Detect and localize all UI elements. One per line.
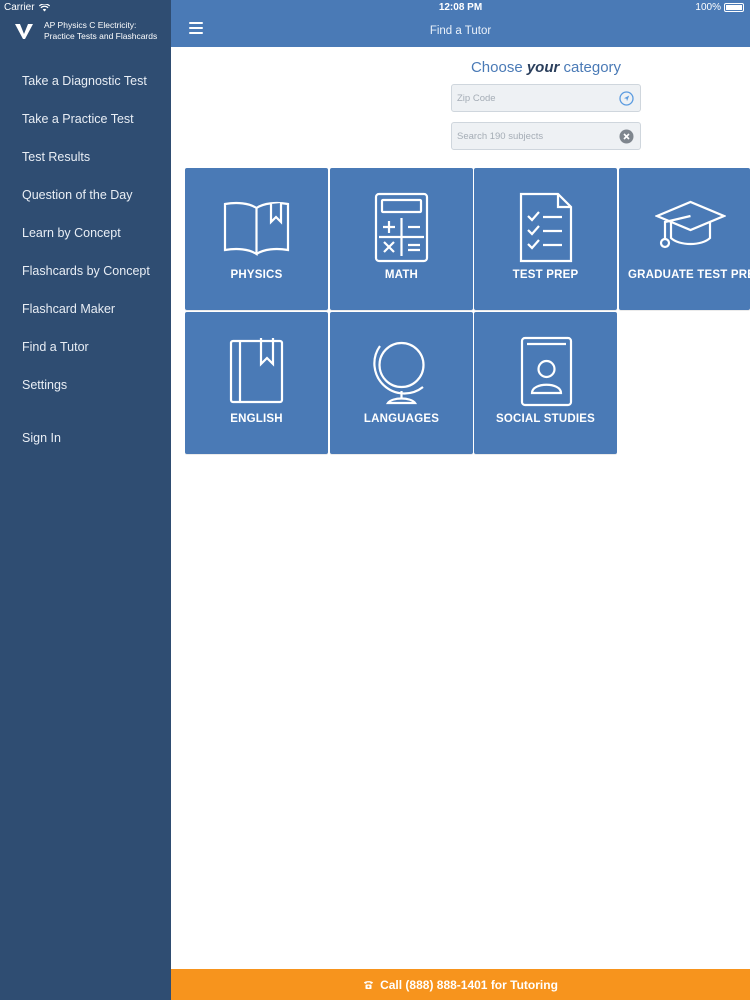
sidebar-item-flashcards-by-concept[interactable]: Flashcards by Concept: [0, 252, 171, 290]
phone-icon: [364, 981, 374, 989]
battery-icon: [724, 3, 744, 12]
category-label: PHYSICS: [230, 269, 283, 281]
category-tile-languages[interactable]: LANGUAGES: [330, 312, 473, 454]
checklist-icon: [519, 192, 573, 263]
sidebar-item-learn-by-concept[interactable]: Learn by Concept: [0, 214, 171, 252]
sidebar-item-find-a-tutor[interactable]: Find a Tutor: [0, 328, 171, 366]
subject-search-input[interactable]: [452, 123, 607, 149]
category-label: MATH: [384, 269, 419, 281]
sidebar-item-sign-in[interactable]: Sign In: [0, 419, 171, 457]
varsity-logo-icon: [15, 24, 33, 39]
sidebar-item-settings[interactable]: Settings: [0, 366, 171, 404]
category-tile-graduate-test-prep[interactable]: GRADUATE TEST PREP: [619, 168, 750, 310]
category-label: GRADUATE TEST PREP: [628, 269, 750, 281]
choose-category-heading: Choose your category: [470, 59, 622, 76]
category-tile-english[interactable]: ENGLISH: [185, 312, 328, 454]
graduation-cap-icon: [655, 200, 726, 249]
call-label: Call (888) 888-1401 for Tutoring: [380, 977, 558, 992]
category-tile-physics[interactable]: PHYSICS: [185, 168, 328, 310]
person-book-icon: [520, 336, 573, 407]
category-tile-social-studies[interactable]: SOCIAL STUDIES: [474, 312, 617, 454]
category-label: TEST PREP: [512, 269, 579, 281]
carrier-label: Carrier: [4, 2, 35, 13]
sidebar: Carrier AP Physics C Electricity: Practi…: [0, 0, 171, 1000]
app-brand: AP Physics C Electricity: Practice Tests…: [14, 20, 162, 42]
category-tile-test-prep[interactable]: TEST PREP: [474, 168, 617, 310]
sidebar-item-flashcard-maker[interactable]: Flashcard Maker: [0, 290, 171, 328]
category-label: SOCIAL STUDIES: [495, 413, 596, 425]
sidebar-item-question-of-the-day[interactable]: Question of the Day: [0, 176, 171, 214]
category-label: LANGUAGES: [363, 413, 440, 425]
bookmarked-book-icon: [229, 338, 284, 404]
top-header: 12:08 PM 100% Find a Tutor: [171, 0, 750, 47]
sidebar-item-diagnostic-test[interactable]: Take a Diagnostic Test: [0, 62, 171, 100]
sidebar-menu: Take a Diagnostic Test Take a Practice T…: [0, 62, 171, 457]
app-title-line1: AP Physics C Electricity:: [44, 20, 137, 30]
zip-code-field: [451, 84, 641, 112]
app-title-line2: Practice Tests and Flashcards: [44, 31, 158, 41]
location-icon[interactable]: [619, 91, 634, 106]
book-icon: [223, 201, 290, 257]
status-battery: 100%: [695, 2, 744, 13]
calculator-icon: [374, 192, 429, 263]
subject-search-field: [451, 122, 641, 150]
zip-code-input[interactable]: [452, 85, 607, 111]
clear-icon[interactable]: [619, 129, 634, 144]
wifi-icon: [38, 3, 50, 11]
call-tutoring-button[interactable]: Call (888) 888-1401 for Tutoring: [171, 969, 750, 1000]
category-tile-math[interactable]: MATH: [330, 168, 473, 310]
status-time: 12:08 PM: [438, 2, 483, 13]
status-bar-left: Carrier: [4, 2, 50, 13]
globe-icon: [373, 341, 425, 405]
sidebar-item-test-results[interactable]: Test Results: [0, 138, 171, 176]
page-title: Find a Tutor: [429, 25, 492, 37]
category-label: ENGLISH: [230, 413, 283, 425]
battery-percent: 100%: [695, 2, 721, 13]
sidebar-item-practice-test[interactable]: Take a Practice Test: [0, 100, 171, 138]
